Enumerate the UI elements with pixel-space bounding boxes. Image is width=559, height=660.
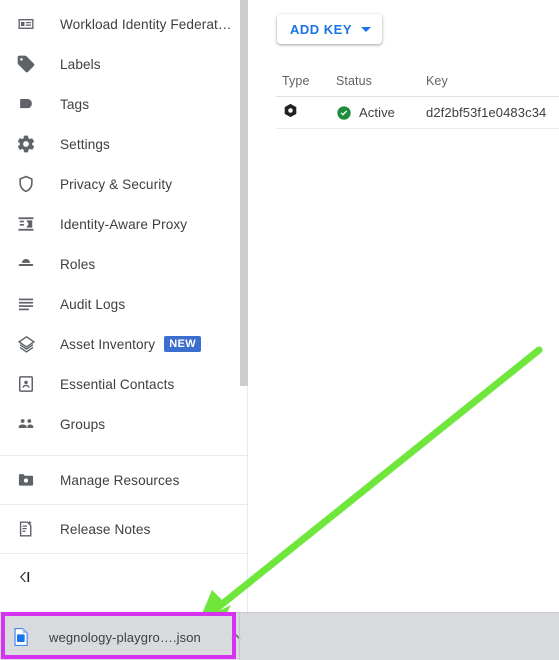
column-header-type: Type	[282, 74, 310, 88]
shield-icon	[14, 172, 38, 196]
essential-contacts-icon	[14, 372, 38, 396]
sidebar-item-privacy-security[interactable]: Privacy & Security	[0, 164, 247, 204]
workload-identity-icon	[14, 12, 38, 36]
sidebar-item-label: Workload Identity Federat…	[60, 16, 232, 32]
gear-icon	[14, 132, 38, 156]
sidebar-item-asset-inventory[interactable]: Asset Inventory NEW	[0, 324, 247, 364]
sidebar-item-tags[interactable]: Tags	[0, 84, 247, 124]
chevron-up-icon[interactable]	[228, 629, 244, 645]
check-circle-icon	[337, 105, 351, 120]
sidebar-item-label: Release Notes	[60, 521, 151, 537]
json-file-icon	[14, 627, 28, 647]
sidebar-item-label: Manage Resources	[60, 472, 180, 488]
status-text: Active	[359, 105, 396, 120]
asset-inventory-layers-icon	[14, 332, 38, 356]
sidebar-item-label: Essential Contacts	[60, 376, 175, 392]
column-header-status: Status	[336, 74, 373, 88]
sidebar-item-audit-logs[interactable]: Audit Logs	[0, 284, 247, 324]
cell-key: d2f2bf53f1e0483c34	[426, 105, 547, 120]
sidebar-item-roles[interactable]: Roles	[0, 244, 247, 284]
table-row[interactable]: Active d2f2bf53f1e0483c34	[276, 97, 559, 129]
groups-people-icon	[14, 412, 38, 436]
sidebar-item-manage-resources[interactable]: Manage Resources	[0, 456, 247, 504]
roles-hat-icon	[14, 252, 38, 276]
sidebar-item-label: Audit Logs	[60, 296, 126, 312]
sidebar-item-workload-identity-federation[interactable]: Workload Identity Federat…	[0, 4, 247, 44]
sidebar-nav-list: Workload Identity Federat… Labels Tags S…	[0, 4, 247, 600]
collapse-sidebar-button[interactable]	[0, 554, 247, 600]
main-content: ADD KEY Type Status Key Active d2f2bf53f…	[249, 0, 559, 660]
add-key-label: ADD KEY	[290, 21, 353, 37]
sidebar-item-label: Groups	[60, 416, 106, 432]
sidebar-scrollbar-thumb[interactable]	[240, 0, 248, 386]
chevron-down-icon	[361, 26, 372, 32]
sidebar-item-settings[interactable]: Settings	[0, 124, 247, 164]
download-item[interactable]: wegnology-playgro….json	[10, 613, 244, 660]
sidebar-item-groups[interactable]: Groups	[0, 404, 247, 444]
download-bar-separator	[239, 613, 240, 660]
column-header-key: Key	[426, 74, 448, 88]
download-file-name: wegnology-playgro….json	[49, 629, 201, 645]
sidebar-item-label: Privacy & Security	[60, 176, 173, 192]
table-header-row: Type Status Key	[276, 66, 559, 97]
keys-table: Type Status Key Active d2f2bf53f1e0483c3…	[276, 66, 559, 129]
audit-logs-lines-icon	[14, 292, 38, 316]
sidebar-item-labels[interactable]: Labels	[0, 44, 247, 84]
screen: Workload Identity Federat… Labels Tags S…	[0, 0, 559, 660]
sidebar-item-label: Asset Inventory	[60, 336, 156, 352]
release-notes-document-icon	[14, 517, 38, 541]
sidebar-item-essential-contacts[interactable]: Essential Contacts	[0, 364, 247, 404]
tag-flag-icon	[14, 92, 38, 116]
sidebar-item-label: Tags	[60, 96, 90, 112]
sidebar-item-label: Labels	[60, 56, 101, 72]
label-tag-icon	[14, 52, 38, 76]
cell-status: Active	[336, 105, 426, 121]
collapse-panel-icon	[16, 568, 34, 586]
cell-type	[276, 102, 336, 124]
status-badge-new: NEW	[164, 336, 202, 352]
sidebar-item-label: Settings	[60, 136, 110, 152]
manage-resources-folder-icon	[14, 468, 38, 492]
key-hex-icon	[282, 102, 299, 124]
sidebar-item-label: Roles	[60, 256, 96, 272]
sidebar: Workload Identity Federat… Labels Tags S…	[0, 0, 248, 660]
add-key-button[interactable]: ADD KEY	[277, 14, 383, 44]
sidebar-item-identity-aware-proxy[interactable]: Identity-Aware Proxy	[0, 204, 247, 244]
sidebar-item-release-notes[interactable]: Release Notes	[0, 505, 247, 553]
identity-aware-proxy-icon	[14, 212, 38, 236]
sidebar-item-label: Identity-Aware Proxy	[60, 216, 188, 232]
download-bar: wegnology-playgro….json	[0, 612, 559, 660]
